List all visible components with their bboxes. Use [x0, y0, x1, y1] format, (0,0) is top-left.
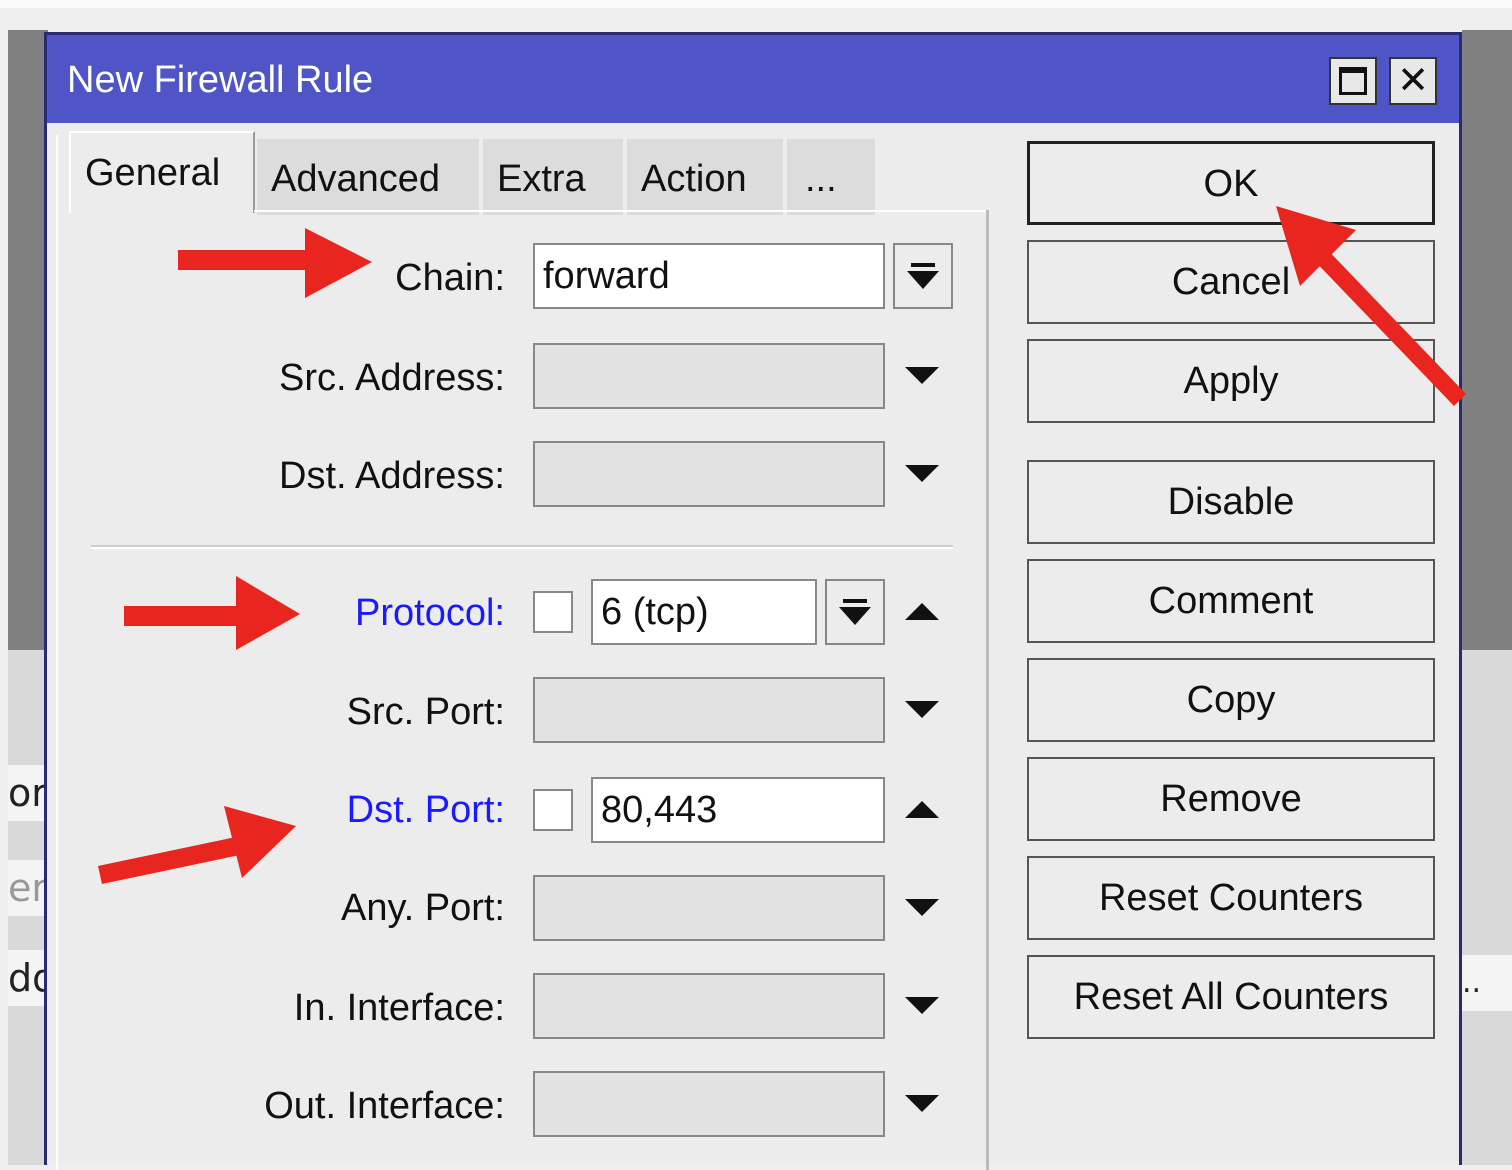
- arrow-to-ok-button-icon: [1276, 206, 1466, 406]
- annotation-arrows: [98, 206, 1466, 884]
- arrow-to-chain-icon: [178, 228, 372, 298]
- arrow-to-protocol-icon: [124, 576, 300, 650]
- arrow-to-dst-port-icon: [98, 806, 296, 884]
